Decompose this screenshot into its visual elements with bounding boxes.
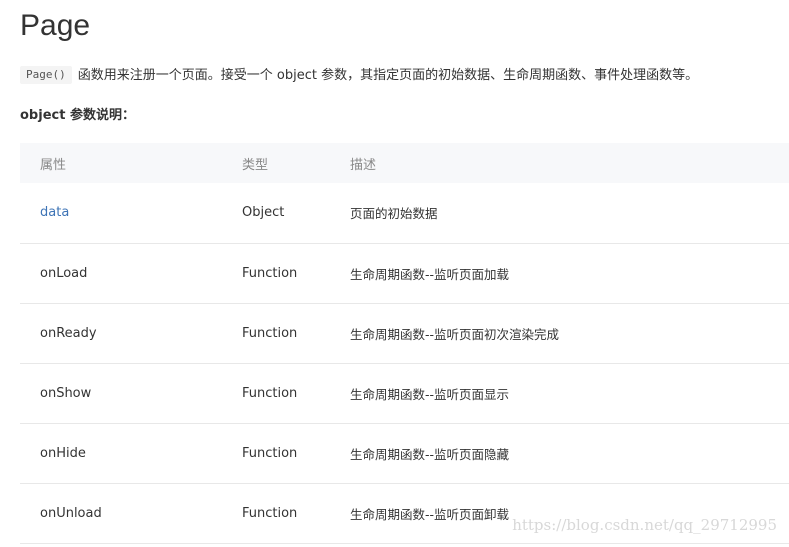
object-params-table: 属性 类型 描述 data Object 页面的初始数据 onLoad Func… xyxy=(20,143,789,544)
property-description: 生命周期函数--监听页面初次渲染完成 xyxy=(330,303,789,364)
table-row: onHide Function 生命周期函数--监听页面隐藏 xyxy=(20,423,789,484)
property-type: Function xyxy=(222,243,330,304)
property-type: Object xyxy=(222,183,330,244)
table-header-row: 属性 类型 描述 xyxy=(20,143,789,183)
intro-text: 函数用来注册一个页面。接受一个 object 参数，其指定页面的初始数据、生命周… xyxy=(77,68,699,83)
property-description: 生命周期函数--监听页面显示 xyxy=(330,363,789,424)
header-property: 属性 xyxy=(40,157,67,173)
table-row: data Object 页面的初始数据 xyxy=(20,183,789,244)
table-row: onLoad Function 生命周期函数--监听页面加载 xyxy=(20,243,789,304)
table-row: onUnload Function 生命周期函数--监听页面卸载 xyxy=(20,483,789,544)
property-description: 生命周期函数--监听页面卸载 xyxy=(330,483,789,544)
property-name: onShow xyxy=(20,363,222,424)
property-name: onHide xyxy=(20,423,222,484)
property-name: onLoad xyxy=(20,243,222,304)
property-name: data xyxy=(20,183,222,244)
property-name: onUnload xyxy=(20,483,222,544)
property-description: 生命周期函数--监听页面加载 xyxy=(330,243,789,304)
page-function-code: Page() xyxy=(20,66,72,84)
data-link[interactable]: data xyxy=(40,205,69,220)
section-heading: object 参数说明： xyxy=(20,108,135,123)
property-type: Function xyxy=(222,483,330,544)
table-row: onShow Function 生命周期函数--监听页面显示 xyxy=(20,363,789,424)
property-type: Function xyxy=(222,363,330,424)
property-name: onReady xyxy=(20,303,222,364)
property-description: 页面的初始数据 xyxy=(330,183,789,244)
header-type: 类型 xyxy=(242,157,269,173)
header-description: 描述 xyxy=(350,157,377,173)
property-type: Function xyxy=(222,303,330,364)
table-row: onReady Function 生命周期函数--监听页面初次渲染完成 xyxy=(20,303,789,364)
intro-paragraph: Page() 函数用来注册一个页面。接受一个 object 参数，其指定页面的初始… xyxy=(20,64,698,88)
property-type: Function xyxy=(222,423,330,484)
property-description: 生命周期函数--监听页面隐藏 xyxy=(330,423,789,484)
page-title: Page xyxy=(20,9,91,42)
